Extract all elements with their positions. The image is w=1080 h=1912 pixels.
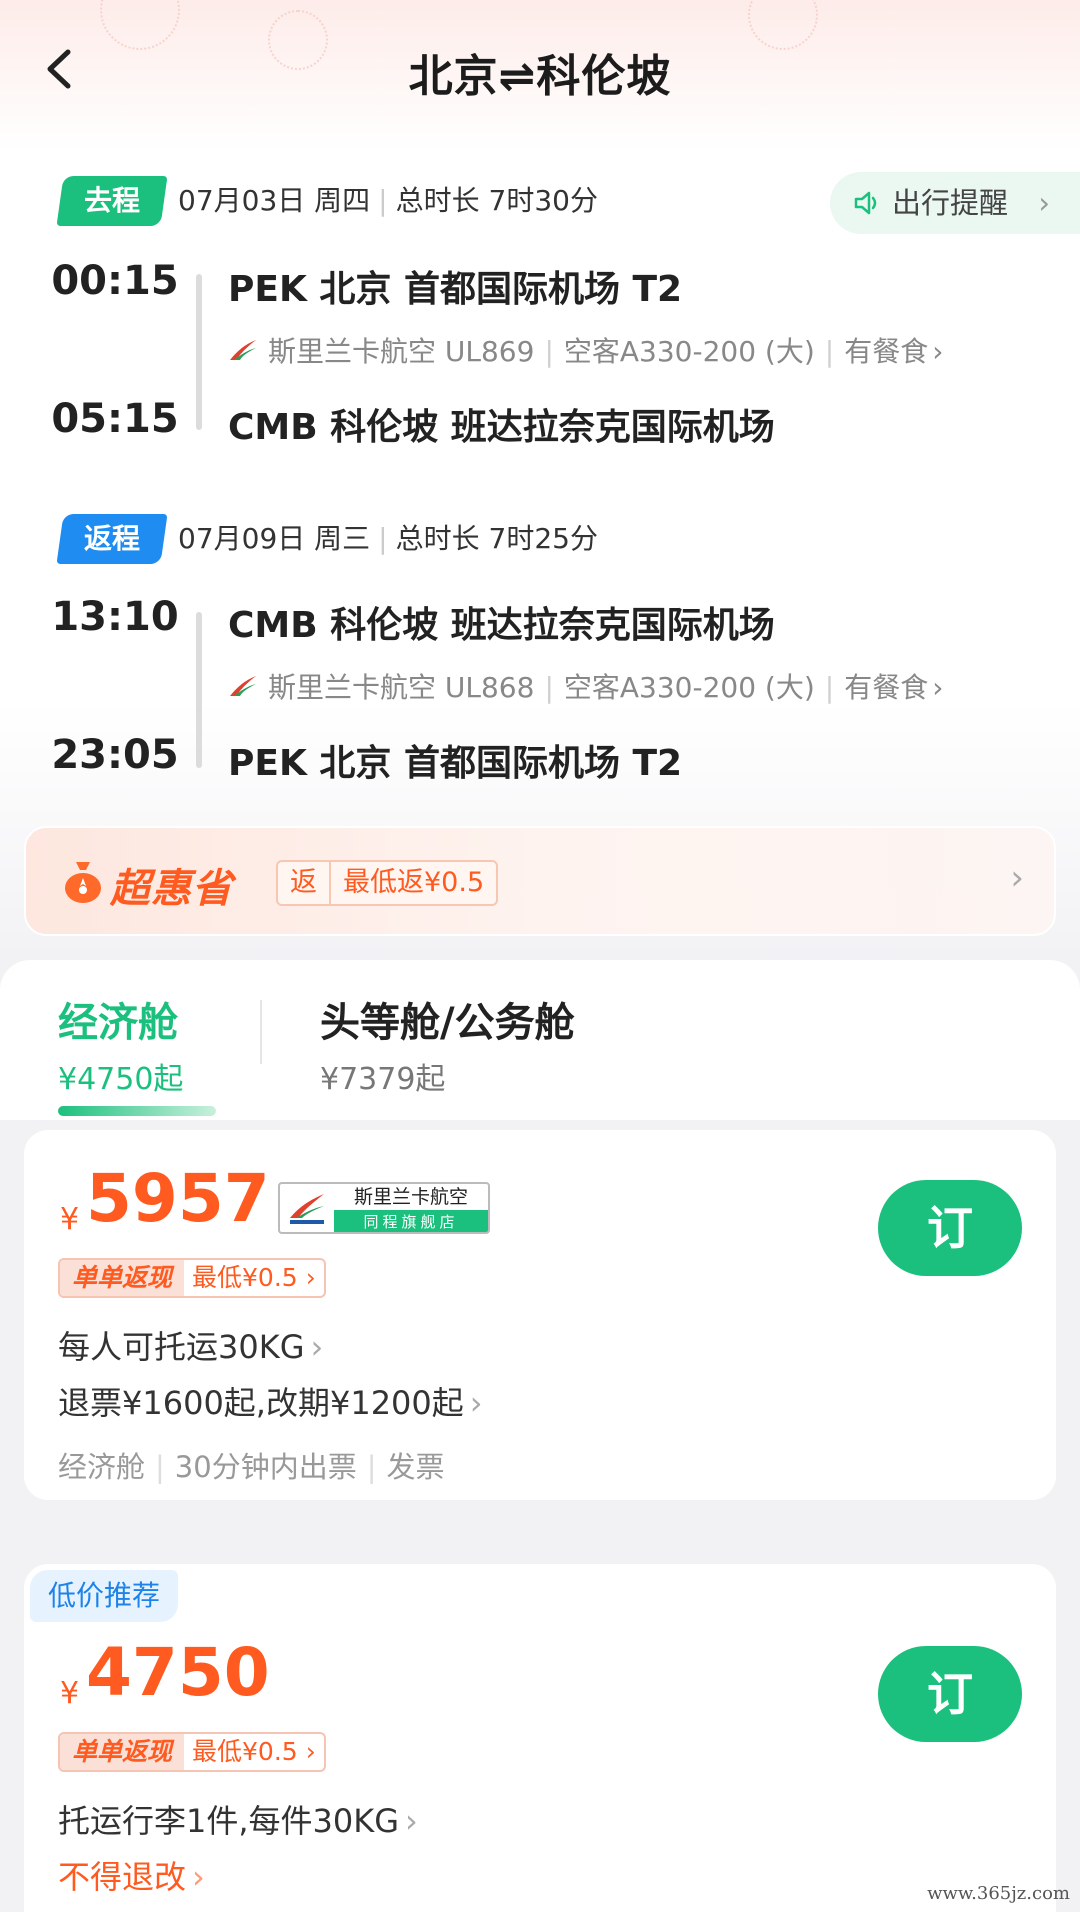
low-price-recommend-tag: 低价推荐	[30, 1570, 179, 1622]
top-bar: 北京⇌科伦坡	[0, 0, 1080, 140]
price-currency: ¥	[60, 1676, 80, 1711]
outbound-depart-airport: PEK 北京 首都国际机场 T2	[228, 269, 683, 310]
return-depart-time: 13:10	[51, 594, 179, 640]
tab-indicator	[58, 1106, 216, 1116]
offer-price: 5957	[86, 1160, 270, 1237]
airline-logo-icon	[230, 676, 256, 696]
return-aircraft: 空客A330-200 (大)	[563, 671, 815, 704]
chevron-right-icon: ›	[405, 1802, 418, 1840]
rebate-chip-value: 最低返¥0.5	[343, 867, 485, 898]
refund-info[interactable]: 退票¥1600起,改期¥1200起 ›	[58, 1378, 483, 1424]
offer-tags: 经济舱 | 30分钟内出票 | 发票	[58, 1450, 445, 1484]
return-flight-info[interactable]: 斯里兰卡航空 UL868 | 空客A330-200 (大) | 有餐食 ›	[228, 668, 943, 708]
offer-card[interactable]: ¥ 5957 斯里兰卡航空 同程旗舰店 单单返现 最低¥0.5 › 订 每人可托运3…	[24, 1130, 1056, 1500]
travel-reminder-button[interactable]: 出行提醒 ›	[830, 172, 1080, 234]
baggage-info[interactable]: 托运行李1件,每件30KG ›	[58, 1796, 418, 1842]
watermark: www.365jz.com	[927, 1883, 1070, 1904]
cashback-value: 最低¥0.5	[192, 1737, 298, 1766]
return-meta: 07月09日 周三 | 总时长 7时25分	[178, 522, 598, 555]
return-duration: 总时长 7时25分	[395, 522, 598, 555]
chevron-right-icon: ›	[1010, 858, 1024, 898]
offer-tag: 30分钟内出票	[174, 1450, 357, 1484]
promo-bar[interactable]: 超惠省 返最低返¥0.5 ›	[24, 826, 1056, 936]
outbound-aircraft: 空客A330-200 (大)	[563, 335, 815, 368]
chevron-right-icon: ›	[932, 335, 944, 368]
page-title: 北京⇌科伦坡	[408, 51, 672, 102]
outbound-airline: 斯里兰卡航空 UL869	[268, 335, 535, 368]
route-line	[196, 612, 202, 768]
airline-logo-icon	[230, 340, 256, 360]
refund-info[interactable]: 不得退改 ›	[58, 1852, 205, 1898]
srilankan-logo-icon	[290, 1194, 324, 1224]
offer-tag: 经济舱	[58, 1450, 146, 1484]
rebate-chip: 返最低返¥0.5	[276, 860, 499, 906]
outbound-depart-time: 00:15	[51, 258, 179, 304]
chevron-right-icon: ›	[305, 1737, 316, 1766]
offer-price: 4750	[86, 1634, 270, 1711]
outbound-arrive-time: 05:15	[51, 396, 179, 442]
cabin-panel: 经济舱 ¥4750起 头等舱/公务舱 ¥7379起 ¥ 5957 斯里兰卡航空	[0, 960, 1080, 1912]
cashback-key: 单单返现	[60, 1260, 185, 1296]
tab-economy[interactable]: 经济舱 ¥4750起	[58, 990, 183, 1098]
return-date: 07月09日 周三	[178, 522, 371, 555]
tab-first-business-label: 头等舱/公务舱	[320, 1000, 575, 1046]
shop-subtitle: 同程旗舰店	[334, 1210, 488, 1232]
outbound-tag: 去程	[56, 176, 168, 226]
book-button[interactable]: 订	[878, 1180, 1022, 1276]
tab-economy-price: ¥4750起	[58, 1062, 184, 1097]
outbound-duration: 总时长 7时30分	[395, 184, 598, 217]
cabin-tabs: 经济舱 ¥4750起 头等舱/公务舱 ¥7379起	[0, 960, 1080, 1120]
baggage-info[interactable]: 每人可托运30KG ›	[58, 1322, 323, 1368]
chevron-right-icon: ›	[305, 1263, 316, 1292]
return-meal: 有餐食	[844, 671, 929, 704]
offer-card-low-price[interactable]: 低价推荐 ¥ 4750 单单返现 最低¥0.5 › 订 托运行李1件,每件30KG ›…	[24, 1564, 1056, 1912]
speaker-icon	[854, 191, 877, 215]
shop-name: 斯里兰卡航空	[353, 1186, 468, 1208]
outbound-meal: 有餐食	[844, 335, 929, 368]
rebate-chip-key: 返	[278, 862, 331, 904]
chevron-right-icon: ›	[192, 1858, 205, 1896]
outbound-date: 07月03日 周四	[178, 184, 371, 217]
offer-tag: 发票	[386, 1450, 445, 1484]
chevron-right-icon: ›	[1038, 186, 1050, 220]
cashback-chip: 单单返现 最低¥0.5 ›	[58, 1258, 326, 1298]
chevron-right-icon: ›	[310, 1328, 324, 1366]
travel-reminder-label: 出行提醒	[892, 186, 1009, 220]
outbound-arrive-airport: CMB 科伦坡 班达拉奈克国际机场	[228, 407, 775, 448]
outbound-flight-info[interactable]: 斯里兰卡航空 UL869 | 空客A330-200 (大) | 有餐食 ›	[228, 332, 943, 372]
book-button[interactable]: 订	[878, 1646, 1022, 1742]
chevron-right-icon: ›	[932, 671, 944, 704]
return-arrive-airport: PEK 北京 首都国际机场 T2	[228, 743, 683, 784]
tab-economy-label: 经济舱	[58, 1000, 178, 1046]
return-airline: 斯里兰卡航空 UL868	[268, 671, 535, 704]
cashback-key: 单单返现	[60, 1734, 185, 1770]
return-arrive-time: 23:05	[51, 732, 179, 778]
promo-title: 超惠省	[110, 866, 233, 912]
price-currency: ¥	[60, 1202, 80, 1237]
cashback-value: 最低¥0.5	[192, 1263, 298, 1292]
money-bag-icon	[65, 862, 101, 903]
return-tag: 返程	[56, 514, 168, 564]
page: 北京⇌科伦坡 去程 07月03日 周四 | 总时长 7时30分 出行提醒 › 00:…	[0, 0, 1080, 1912]
outbound-meta: 07月03日 周四 | 总时长 7时30分	[178, 184, 598, 217]
tab-divider	[260, 1000, 262, 1064]
return-depart-airport: CMB 科伦坡 班达拉奈克国际机场	[228, 605, 775, 646]
tab-first-business[interactable]: 头等舱/公务舱 ¥7379起	[320, 990, 575, 1098]
route-line	[196, 274, 202, 430]
shop-badge: 斯里兰卡航空 同程旗舰店	[278, 1182, 490, 1234]
cashback-chip: 单单返现 最低¥0.5 ›	[58, 1732, 326, 1772]
chevron-right-icon: ›	[469, 1384, 483, 1422]
tab-first-business-price: ¥7379起	[320, 1062, 446, 1097]
